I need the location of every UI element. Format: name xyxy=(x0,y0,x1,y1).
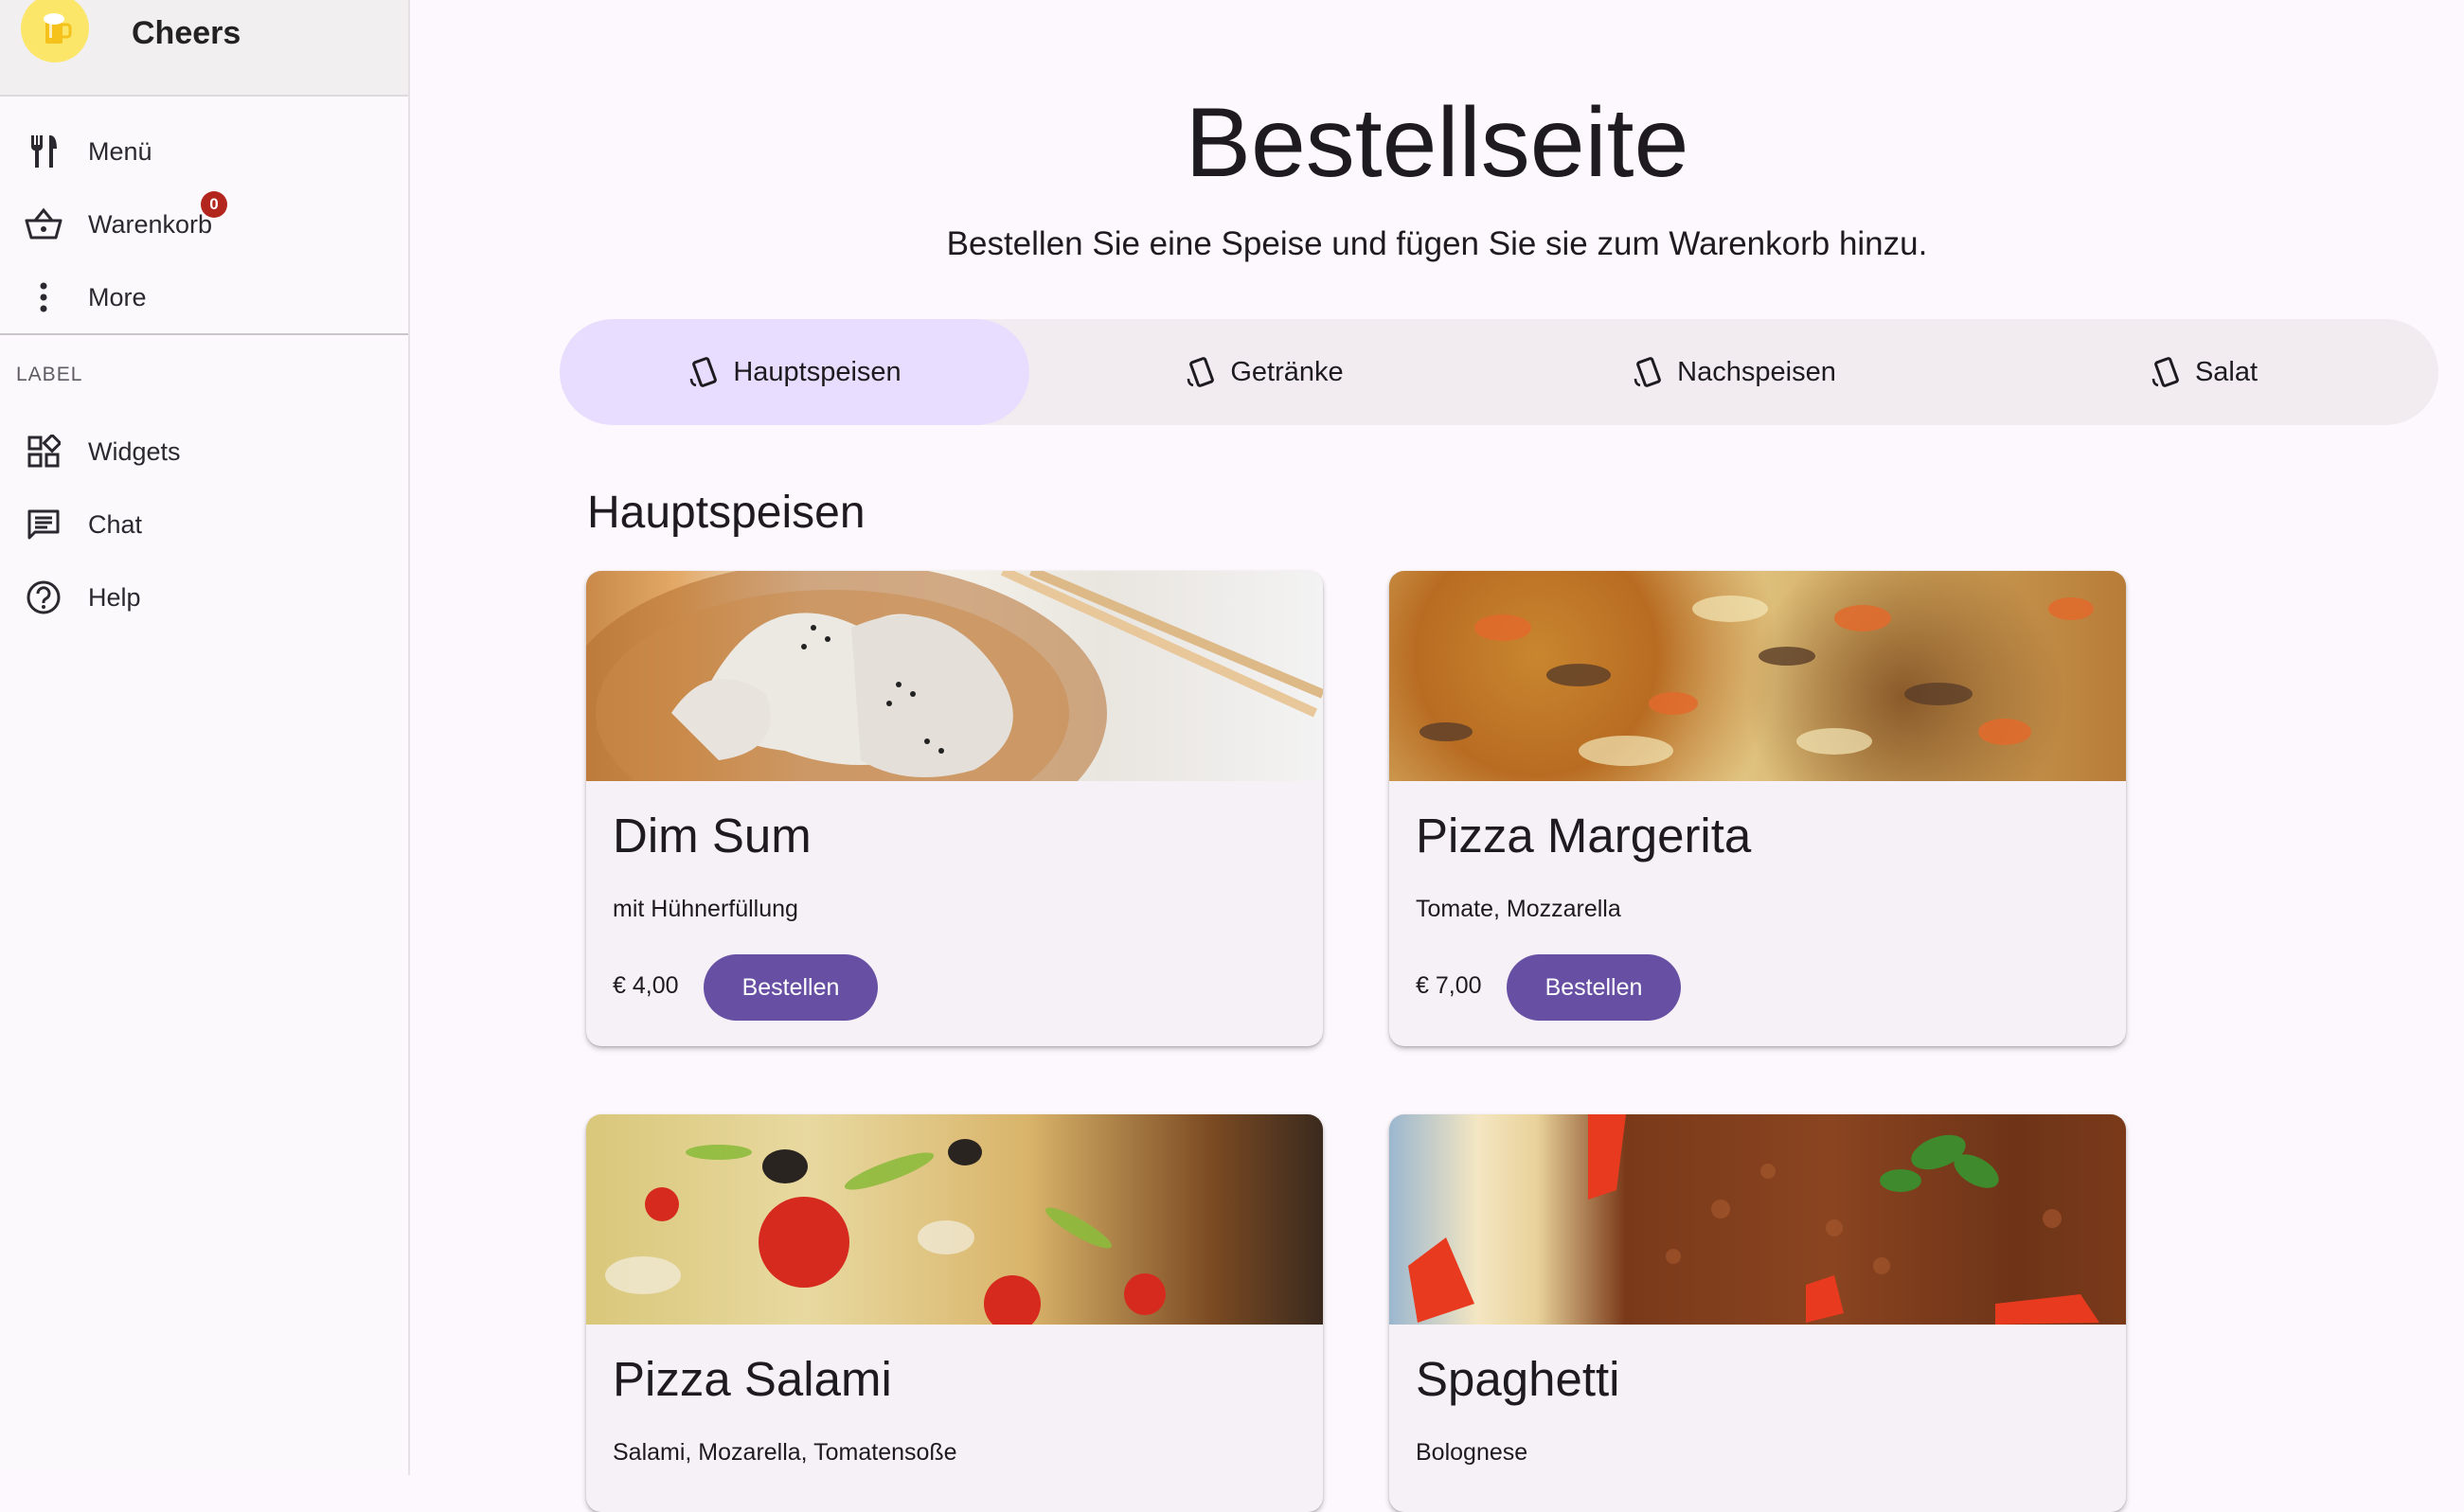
sidebar-item-label: Menü xyxy=(88,136,152,166)
cart-count-badge: 0 xyxy=(201,191,227,218)
navigation-drawer: Cheers Menü Warenkorb 0 More LABEL Widge… xyxy=(0,0,410,1475)
pizza-salami-photo xyxy=(586,1114,1323,1325)
basket-icon xyxy=(23,204,64,245)
sidebar-item-label: Help xyxy=(88,582,141,612)
help-icon xyxy=(23,577,64,618)
brand-header: Cheers xyxy=(0,0,408,97)
fork-knife-icon xyxy=(23,131,64,172)
rotate-device-icon xyxy=(690,357,718,387)
card-description: mit Hühnerfüllung xyxy=(613,896,798,922)
tab-label: Salat xyxy=(2194,356,2259,387)
menu-card-dim-sum: Dim Sum mit Hühnerfüllung € 4,00 Bestell… xyxy=(586,571,1323,1046)
sidebar-item-label: Chat xyxy=(88,509,143,539)
card-price: € 7,00 xyxy=(1416,972,1482,999)
card-description: Bolognese xyxy=(1416,1439,1528,1466)
pizza-margerita-photo xyxy=(1389,571,2126,781)
menu-card-pizza-margerita: Pizza Margerita Tomate, Mozzarella € 7,0… xyxy=(1389,571,2126,1046)
rotate-device-icon xyxy=(2152,357,2179,387)
sidebar-section-label: LABEL xyxy=(16,364,83,385)
sidebar-item-more[interactable]: More xyxy=(0,262,408,332)
sidebar-item-label: More xyxy=(88,282,147,311)
more-vertical-icon xyxy=(23,276,64,318)
tab-label: Hauptspeisen xyxy=(733,356,902,387)
tab-hauptspeisen[interactable]: Hauptspeisen xyxy=(560,319,1029,425)
page-subtitle: Bestellen Sie eine Speise und fügen Sie … xyxy=(946,225,1928,262)
tab-getraenke[interactable]: Getränke xyxy=(1029,319,1499,425)
sidebar-item-label: Widgets xyxy=(88,436,181,466)
sidebar-item-help[interactable]: Help xyxy=(0,562,408,632)
tab-nachspeisen[interactable]: Nachspeisen xyxy=(1499,319,1969,425)
beer-logo-icon xyxy=(21,0,89,62)
order-button[interactable]: Bestellen xyxy=(1507,954,1681,1021)
rotate-device-icon xyxy=(1634,357,1662,387)
widgets-icon xyxy=(23,431,64,472)
chat-icon xyxy=(23,504,64,545)
page-title: Bestellseite xyxy=(1185,88,1689,198)
card-title: Spaghetti xyxy=(1416,1352,1620,1406)
rotate-device-icon xyxy=(1187,357,1215,387)
sidebar-divider xyxy=(0,333,408,335)
card-title: Dim Sum xyxy=(613,809,812,863)
menu-card-spaghetti: Spaghetti Bolognese xyxy=(1389,1114,2126,1512)
sidebar-item-label: Warenkorb xyxy=(88,209,213,239)
dim-sum-photo xyxy=(586,571,1323,781)
tab-label: Getränke xyxy=(1230,356,1344,387)
tab-label: Nachspeisen xyxy=(1677,356,1836,387)
main-content: Bestellseite Bestellen Sie eine Speise u… xyxy=(410,0,2464,1512)
card-description: Salami, Mozarella, Tomatensoße xyxy=(613,1439,957,1466)
card-title: Pizza Margerita xyxy=(1416,809,1752,863)
app-name: Cheers xyxy=(132,15,241,51)
card-title: Pizza Salami xyxy=(613,1352,892,1406)
sidebar-item-menu[interactable]: Menü xyxy=(0,116,408,187)
sidebar-item-warenkorb[interactable]: Warenkorb 0 xyxy=(0,189,408,259)
card-price: € 4,00 xyxy=(613,972,679,999)
sidebar-item-widgets[interactable]: Widgets xyxy=(0,417,408,487)
section-heading: Hauptspeisen xyxy=(587,488,866,538)
category-tabs: Hauptspeisen Getränke Nachspeisen Salat xyxy=(560,319,2438,425)
card-description: Tomate, Mozzarella xyxy=(1416,896,1621,922)
order-button[interactable]: Bestellen xyxy=(704,954,878,1021)
sidebar-item-chat[interactable]: Chat xyxy=(0,489,408,560)
spaghetti-photo xyxy=(1389,1114,2126,1325)
menu-card-pizza-salami: Pizza Salami Salami, Mozarella, Tomatens… xyxy=(586,1114,1323,1512)
tab-salat[interactable]: Salat xyxy=(1969,319,2438,425)
